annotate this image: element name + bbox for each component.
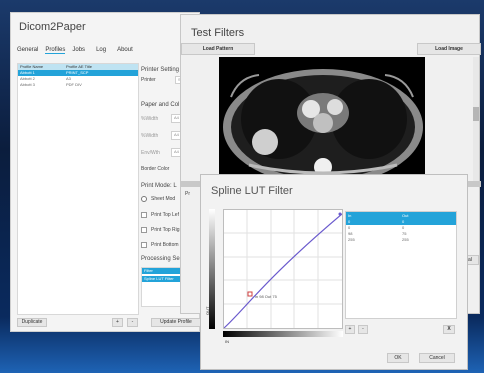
point-label: in 98 Out 75 [255,294,278,299]
remove-point-button[interactable]: - [358,325,368,334]
printer-settings-heading: Printer Setting [141,67,180,73]
load-image-button[interactable]: Load Image [417,43,481,55]
menu-bar: General Profiles Jobs Log About [17,47,133,54]
add-point-button[interactable]: + [345,325,355,334]
spline-lut-dialog: Spline LUT Filter OUT in 98 Out 75 IN In… [200,174,468,370]
load-pattern-button[interactable]: Load Pattern [181,43,255,55]
profiles-table: Profile Name Profile AE Title Abbott 1 P… [17,63,139,315]
printer-label: Printer [141,77,156,83]
sheet-mode-label: Sheet Mod [151,196,176,202]
border-color-label: Border Color [141,166,170,172]
print-top-right-label: Print Top Rig [151,227,180,233]
window-title: Dicom2Paper [19,21,86,33]
profile-name-cell: Abbott 3 [20,82,35,87]
duplicate-button[interactable]: Duplicate [17,318,47,327]
profile-ae-cell: PDF DIV [66,82,82,87]
remove-profile-button[interactable]: - [127,318,138,327]
ct-image-viewer[interactable] [219,57,425,179]
update-profile-button[interactable]: Update Profile [151,318,201,327]
paper-field-label: %Width [141,133,159,139]
clear-points-button[interactable]: X [443,325,455,334]
menu-profiles[interactable]: Profiles [45,47,66,54]
control-point [247,291,253,297]
print-bottom-checkbox[interactable] [141,242,147,248]
col-in: In [348,213,352,218]
menu-general[interactable]: General [17,47,38,54]
viewer-scrollbar-thumb[interactable] [473,107,479,121]
cell-out: 255 [402,237,409,242]
input-gradient-bar [223,331,343,337]
add-profile-button[interactable]: + [112,318,123,327]
print-top-left-label: Print Top Lef [151,212,179,218]
col-out: Out [402,213,409,218]
ct-scan-image [223,69,423,179]
curve-plot: in 98 Out 75 [223,210,343,329]
points-table-header: In Out [346,212,456,219]
dicom2paper-window: Dicom2Paper General Profiles Jobs Log Ab… [10,12,201,332]
ok-button[interactable]: OK [387,353,409,363]
menu-log[interactable]: Log [96,47,106,54]
partial-label: Pr [185,191,190,197]
print-mode-heading: Print Mode: L [141,183,177,189]
processing-heading: Processing Se [141,256,180,262]
axis-out-label: OUT [205,306,210,315]
axis-in-label: IN [225,339,229,344]
points-table: In Out 0 0 0 0 98 75 255 255 [345,211,457,319]
paper-heading: Paper and Col [141,102,180,108]
lut-curve [223,213,343,329]
cancel-button[interactable]: Cancel [419,353,455,363]
menu-jobs[interactable]: Jobs [72,47,85,54]
curve-editor[interactable]: in 98 Out 75 [223,209,343,329]
print-top-right-checkbox[interactable] [141,227,147,233]
cell-in: 255 [348,237,355,242]
paper-field-label: %Width [141,116,159,122]
table-row[interactable]: 255 255 [346,237,456,243]
print-bottom-label: Print Bottom [151,242,179,248]
menu-about[interactable]: About [117,47,133,54]
test-filters-title: Test Filters [191,27,245,39]
table-row[interactable]: Abbott 3 PDF DIV [18,82,138,88]
paper-field-label: Env/Wth [141,150,160,156]
print-top-left-checkbox[interactable] [141,212,147,218]
sheet-mode-radio[interactable] [141,196,147,202]
spline-dialog-title: Spline LUT Filter [211,185,293,197]
